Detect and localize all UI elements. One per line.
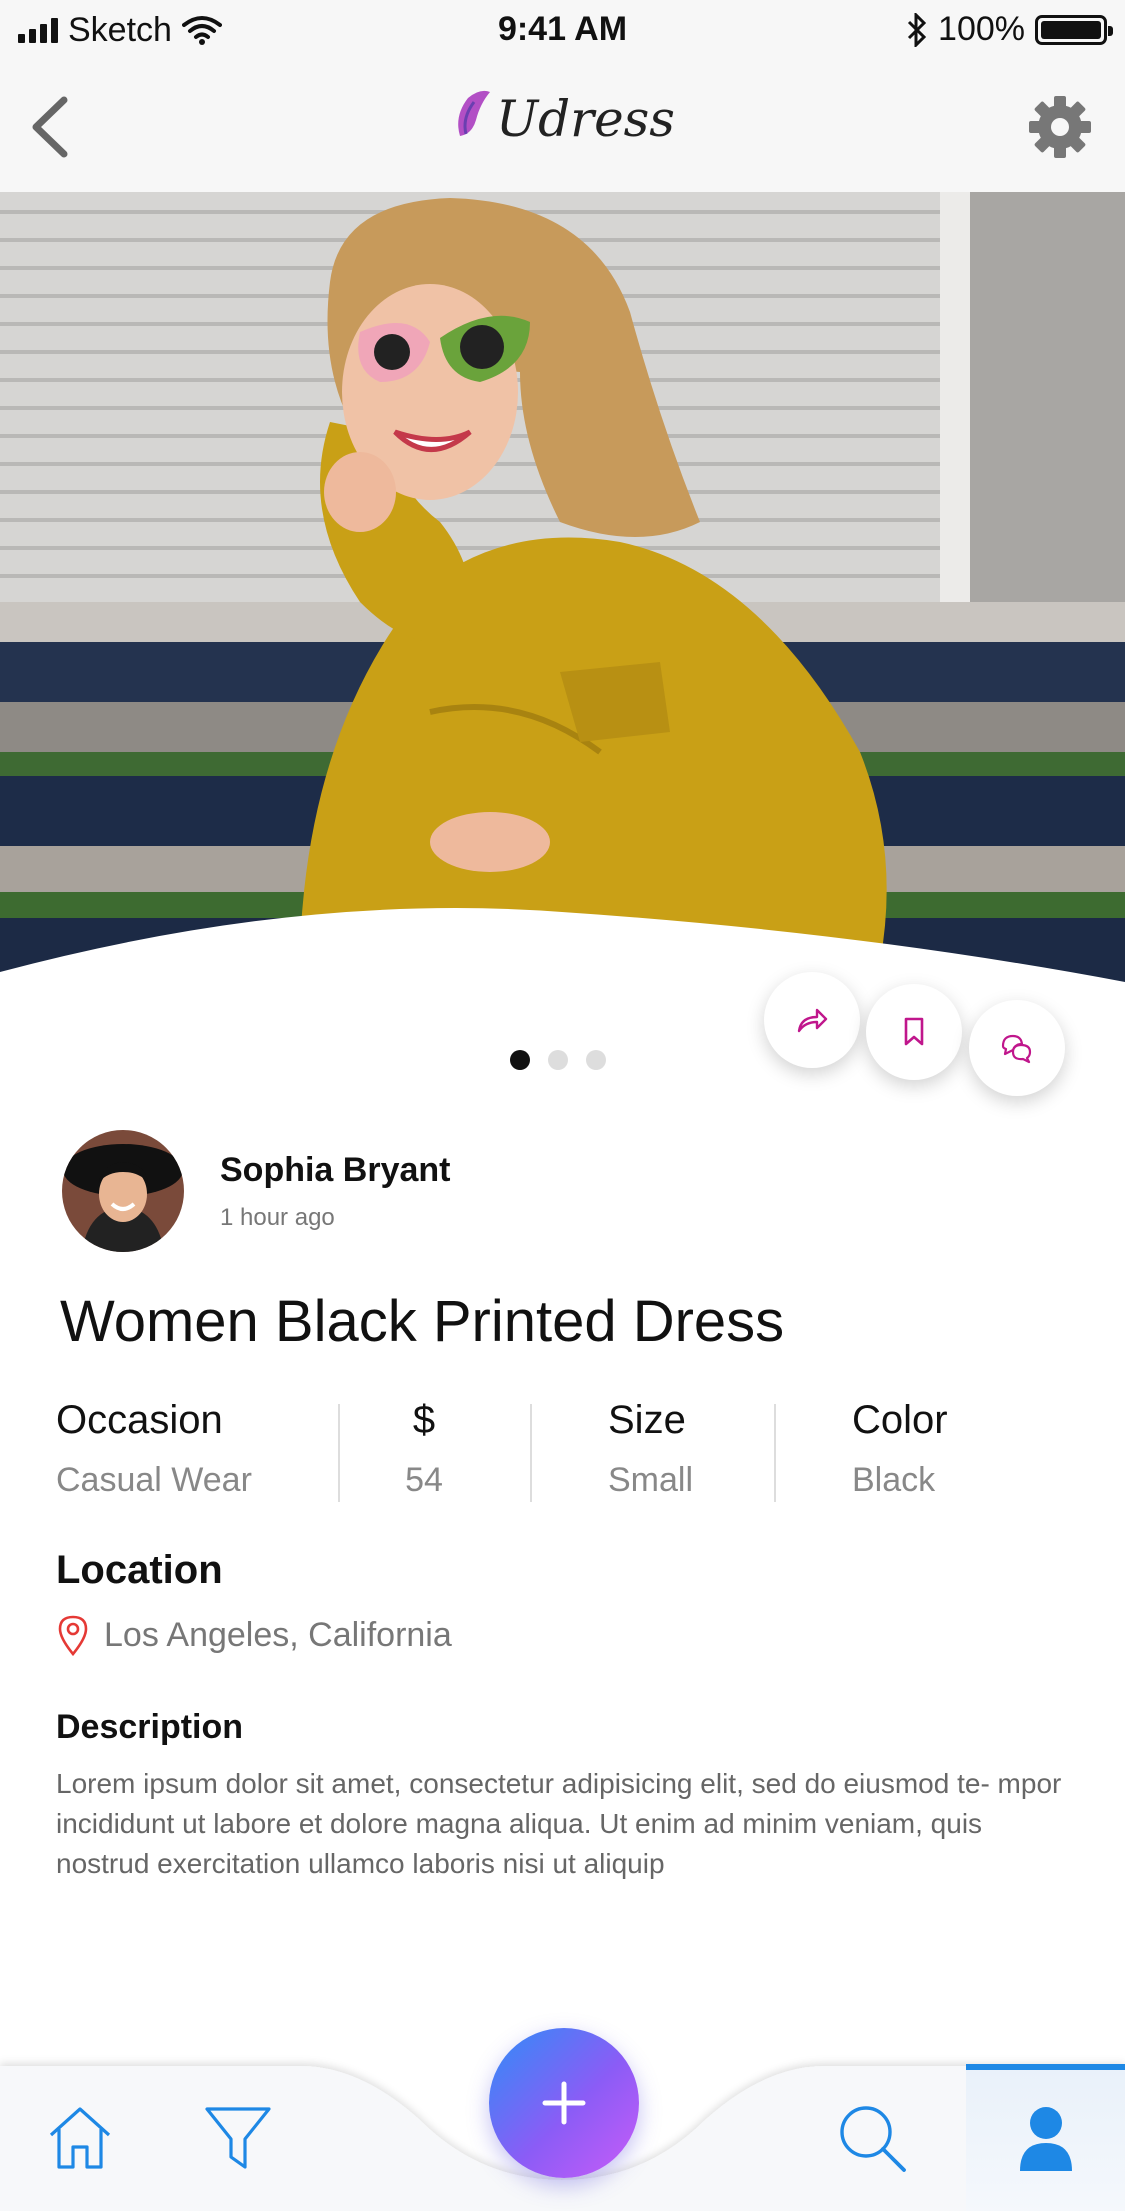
location-heading: Location [56,1548,223,1592]
spec-size: Size Small [608,1398,693,1500]
avatar-illustration [62,1130,184,1252]
spec-price: $ 54 [384,1398,464,1500]
spec-label: $ [412,1398,436,1442]
carousel-dot[interactable] [548,1050,568,1070]
share-button[interactable] [764,972,860,1068]
spec-value: Small [608,1461,694,1499]
bookmark-button[interactable] [866,984,962,1080]
logo-brush-icon [458,90,491,136]
app-logo: Udress [0,86,1125,148]
description-text: Lorem ipsum dolor sit amet, consectetur … [56,1768,1062,1879]
home-icon [49,2107,111,2169]
filter-icon [205,2107,271,2169]
location-row[interactable]: Los Angeles, California [56,1614,452,1656]
battery-icon [1035,14,1113,45]
divider [338,1404,340,1502]
divider [530,1404,532,1502]
location-pin-icon [58,1615,88,1656]
author-name[interactable]: Sophia Bryant [220,1151,450,1190]
bluetooth-icon [907,12,927,47]
product-title: Women Black Printed Dress [60,1289,785,1354]
carousel-indicator [510,1050,606,1070]
user-icon [1020,2107,1072,2171]
product-photo[interactable] [0,192,1125,1092]
spec-label: Size [608,1398,686,1442]
plus-icon [542,2081,586,2125]
author-meta: Sophia Bryant 1 hour ago [220,1151,450,1232]
tab-home[interactable] [40,2098,120,2178]
spec-label: Occasion [56,1398,223,1442]
spec-label: Color [852,1398,948,1442]
status-right: 100% [906,10,1113,49]
share-icon [797,1008,828,1033]
product-specs: Occasion Casual Wear $ 54 Size Small Col… [56,1398,1066,1508]
gear-icon[interactable] [1027,94,1093,160]
add-post-button[interactable] [489,2028,639,2178]
logo-text: Udress [496,90,675,148]
tab-filter[interactable] [198,2098,278,2178]
chat-icon [1001,1034,1032,1064]
search-icon [840,2106,906,2172]
carousel-dot[interactable] [586,1050,606,1070]
spec-value: Casual Wear [56,1461,252,1499]
spec-value: Black [852,1461,936,1499]
photo-illustration [0,192,1125,1092]
bookmark-icon [904,1017,924,1046]
spec-occasion: Occasion Casual Wear [56,1398,252,1500]
author-block[interactable]: Sophia Bryant 1 hour ago [62,1130,450,1252]
status-bar: Sketch 9:41 AM 100% [0,0,1125,62]
chat-button[interactable] [969,1000,1065,1096]
divider [774,1404,776,1502]
tab-profile[interactable] [1006,2098,1086,2178]
spec-value: 54 [405,1461,443,1499]
spec-color: Color Black [852,1398,948,1500]
post-time: 1 hour ago [220,1203,335,1231]
battery-percent: 100% [938,10,1025,48]
description-heading: Description [56,1708,244,1746]
avatar[interactable] [62,1130,184,1252]
nav-bar: Udress [0,62,1125,192]
carousel-dot-active[interactable] [510,1050,530,1070]
tab-search[interactable] [832,2098,912,2178]
location-text: Los Angeles, California [104,1615,452,1654]
